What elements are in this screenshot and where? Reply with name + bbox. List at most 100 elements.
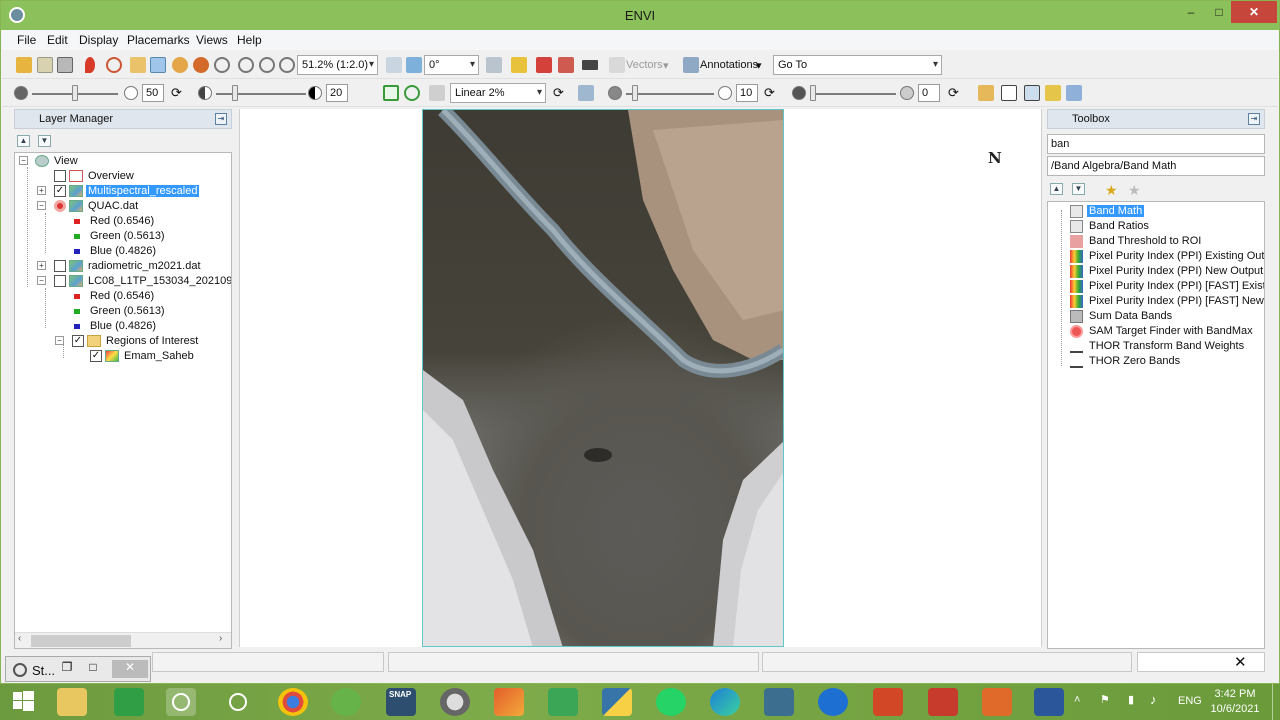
stretch-combo[interactable]: Linear 2% ▾ (450, 83, 546, 103)
collapse-icon[interactable]: − (55, 336, 64, 345)
film-icon[interactable] (582, 60, 598, 70)
presentation-app-icon[interactable] (928, 688, 958, 716)
search-app-icon[interactable] (764, 688, 794, 716)
contrast-value[interactable]: 20 (326, 84, 348, 102)
qgis-icon[interactable] (331, 688, 361, 716)
menu-file[interactable]: File (17, 33, 36, 47)
cursor-value-icon[interactable] (511, 57, 527, 73)
close-button[interactable]: ✕ (1231, 1, 1277, 23)
word-icon[interactable] (1034, 688, 1064, 716)
open-folder-icon[interactable] (16, 57, 32, 73)
network-icon[interactable]: ▮ (1128, 693, 1134, 706)
matlab-icon[interactable] (494, 688, 524, 716)
placemark-icon[interactable] (85, 57, 95, 73)
expand-icon[interactable]: + (37, 261, 46, 270)
annotations-icon[interactable] (683, 57, 699, 73)
transparency-slider-thumb[interactable] (810, 85, 816, 101)
file-explorer-icon[interactable] (57, 688, 87, 716)
powerpoint-icon[interactable] (873, 688, 903, 716)
menu-placemarks[interactable]: Placemarks (127, 33, 190, 47)
store-icon[interactable] (114, 688, 144, 716)
edge-icon[interactable] (710, 688, 740, 716)
vectors-menu[interactable]: Vectors (626, 59, 663, 71)
crosshair-icon[interactable] (106, 57, 122, 73)
zoom-icon[interactable] (214, 57, 230, 73)
favorite-star-icon[interactable]: ★ (1105, 182, 1121, 198)
collapse-icon[interactable]: − (37, 276, 46, 285)
pan-hand-icon[interactable] (150, 57, 166, 73)
scroll-right-icon[interactable]: › (219, 633, 222, 644)
sharpen-slider-track[interactable] (626, 93, 714, 95)
menu-views[interactable]: Views (196, 33, 228, 47)
satellite-image[interactable] (422, 109, 784, 647)
lc08-checkbox[interactable] (54, 275, 66, 287)
rotation-combo[interactable]: 0° ▾ (424, 55, 479, 75)
rotate-north-icon[interactable] (386, 57, 402, 73)
collapse-icon[interactable]: − (37, 201, 46, 210)
sync-app-icon[interactable] (818, 688, 848, 716)
crosshair-tool-icon[interactable] (486, 57, 502, 73)
collapse-icon[interactable]: − (19, 156, 28, 165)
fly-icon[interactable] (172, 57, 188, 73)
multispectral-checkbox[interactable]: ✓ (54, 185, 66, 197)
expand-all-icon[interactable]: ▼ (1072, 183, 1085, 195)
reset-sharpen-icon[interactable]: ⟳ (764, 85, 780, 101)
move-down-icon[interactable]: ▼ (38, 135, 51, 147)
chip-export-icon[interactable] (1066, 85, 1082, 101)
zoom-in-icon[interactable] (238, 57, 254, 73)
scroll-left-icon[interactable]: ‹ (18, 633, 21, 644)
contrast-slider-thumb[interactable] (232, 85, 238, 101)
contrast-slider-track[interactable] (216, 93, 306, 95)
layer-tree-scrollbar[interactable]: ‹ › (15, 632, 231, 648)
transparency-value[interactable]: 0 (918, 84, 940, 102)
roi-checkbox[interactable]: ✓ (90, 350, 102, 362)
reset-stretch-icon[interactable]: ⟳ (553, 85, 569, 101)
camtasia-green-icon[interactable] (548, 688, 578, 716)
zoom-out-icon[interactable] (259, 57, 275, 73)
menu-display[interactable]: Display (79, 33, 118, 47)
volume-icon[interactable]: ♪ (1150, 692, 1157, 707)
sharpen-value[interactable]: 10 (736, 84, 758, 102)
reset-brightness-icon[interactable]: ⟳ (171, 85, 187, 101)
flag-icon[interactable]: ⚑ (1100, 693, 1110, 706)
overview-checkbox[interactable] (54, 170, 66, 182)
language-indicator[interactable]: ENG (1178, 695, 1202, 707)
brightness-slider-thumb[interactable] (72, 85, 78, 101)
chrome-icon[interactable] (278, 688, 308, 716)
maximize-icon[interactable]: □ (82, 660, 104, 678)
menu-help[interactable]: Help (237, 33, 262, 47)
close-icon[interactable]: ✕ (112, 660, 148, 678)
stretch-type-icon[interactable] (383, 85, 399, 101)
radiometric-checkbox[interactable] (54, 260, 66, 272)
layout-icon[interactable] (1024, 85, 1040, 101)
minimize-button[interactable]: – (1177, 1, 1205, 23)
vector-create-icon[interactable] (558, 57, 574, 73)
restore-icon[interactable]: ❐ (56, 660, 78, 678)
histogram-icon[interactable] (578, 85, 594, 101)
goto-combo[interactable]: Go To ▾ (773, 55, 942, 75)
roi-group-checkbox[interactable]: ✓ (72, 335, 84, 347)
pin-icon[interactable]: ⇥ (215, 113, 227, 125)
move-up-icon[interactable]: ▲ (17, 135, 30, 147)
rotate-view-icon[interactable] (406, 57, 422, 73)
roi-icon[interactable] (536, 57, 552, 73)
chip-view-icon[interactable] (57, 57, 73, 73)
reset-transparency-icon[interactable]: ⟳ (948, 85, 964, 101)
camtasia-icon[interactable] (982, 688, 1012, 716)
python-icon[interactable] (602, 688, 632, 716)
data-manager-icon[interactable] (37, 57, 53, 73)
toolbox-search-input[interactable]: ban (1047, 134, 1265, 154)
ruler-icon[interactable] (978, 85, 994, 101)
windows-start-icon[interactable] (10, 688, 40, 716)
close-icon[interactable]: ✕ (1234, 653, 1247, 671)
vectors-icon[interactable] (609, 57, 625, 73)
stretch-view-icon[interactable] (404, 85, 420, 101)
pin-icon[interactable]: ⇥ (1248, 113, 1260, 125)
show-desktop-button[interactable] (1272, 684, 1280, 720)
brightness-value[interactable]: 50 (142, 84, 164, 102)
maximize-button[interactable]: □ (1205, 1, 1233, 23)
chevron-up-icon[interactable]: ˄ (1074, 694, 1080, 706)
snap-icon[interactable]: SNAP (386, 688, 416, 716)
print-icon[interactable] (1045, 85, 1061, 101)
scroll-thumb[interactable] (31, 635, 131, 647)
